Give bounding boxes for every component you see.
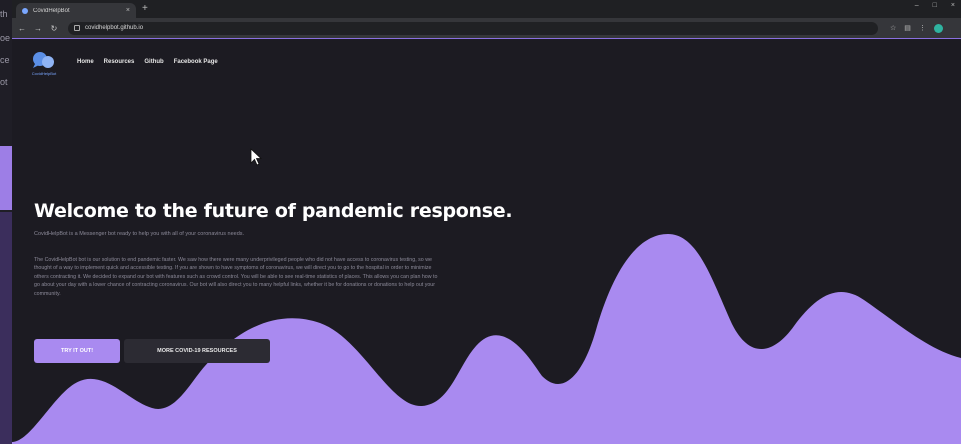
background-window-edge: th oe ce ot	[0, 0, 12, 444]
browser-toolbar: ← → ↻ covidhelpbot.github.io ☆ ▤ ⋮	[12, 18, 961, 38]
bleed-text-line: ce	[0, 55, 10, 65]
star-icon[interactable]: ☆	[890, 24, 896, 32]
favicon-icon	[22, 7, 28, 14]
bleed-text-line: oe	[0, 33, 11, 43]
lock-icon	[74, 25, 80, 31]
profile-avatar[interactable]	[933, 23, 943, 33]
decorative-wave	[12, 234, 961, 444]
browser-window-chrome: CovidHelpBot × + – □ × ← → ↻ covidhelpbo…	[12, 0, 961, 38]
hero-description: The CovidHelpBot bot is our solution to …	[34, 257, 438, 297]
minimize-button[interactable]: –	[915, 2, 919, 9]
url-text: covidhelpbot.github.io	[85, 25, 144, 31]
close-window-button[interactable]: ×	[951, 2, 955, 9]
forward-button[interactable]: →	[32, 24, 44, 33]
more-resources-button[interactable]: MORE COVID-19 RESOURCES	[124, 339, 270, 363]
maximize-button[interactable]: □	[933, 2, 937, 9]
tab-strip: CovidHelpBot × + – □ ×	[12, 0, 961, 18]
web-page: CovidHelpBot Home Resources Github Faceb…	[12, 38, 961, 444]
mouse-cursor-icon	[250, 148, 262, 166]
hero-title: Welcome to the future of pandemic respon…	[34, 200, 513, 222]
new-tab-button[interactable]: +	[142, 3, 148, 15]
browser-tab[interactable]: CovidHelpBot ×	[16, 3, 136, 18]
bleed-accent-block	[0, 212, 12, 444]
bleed-text-line: ot	[0, 77, 8, 87]
window-controls: – □ ×	[915, 2, 955, 9]
back-button[interactable]: ←	[16, 24, 28, 33]
bleed-accent-block	[0, 146, 12, 210]
toolbar-icons: ☆ ▤ ⋮	[890, 23, 943, 33]
bleed-text-line: th	[0, 9, 8, 19]
address-bar[interactable]: covidhelpbot.github.io	[68, 21, 878, 35]
hero-subtitle: CovidHelpBot is a Messenger bot ready to…	[34, 231, 245, 237]
close-tab-icon[interactable]: ×	[126, 7, 130, 14]
menu-icon[interactable]: ⋮	[919, 24, 926, 32]
reload-button[interactable]: ↻	[48, 24, 60, 33]
try-it-out-button[interactable]: TRY IT OUT!	[34, 339, 120, 363]
extensions-icon[interactable]: ▤	[904, 24, 911, 32]
tab-title: CovidHelpBot	[33, 7, 70, 14]
